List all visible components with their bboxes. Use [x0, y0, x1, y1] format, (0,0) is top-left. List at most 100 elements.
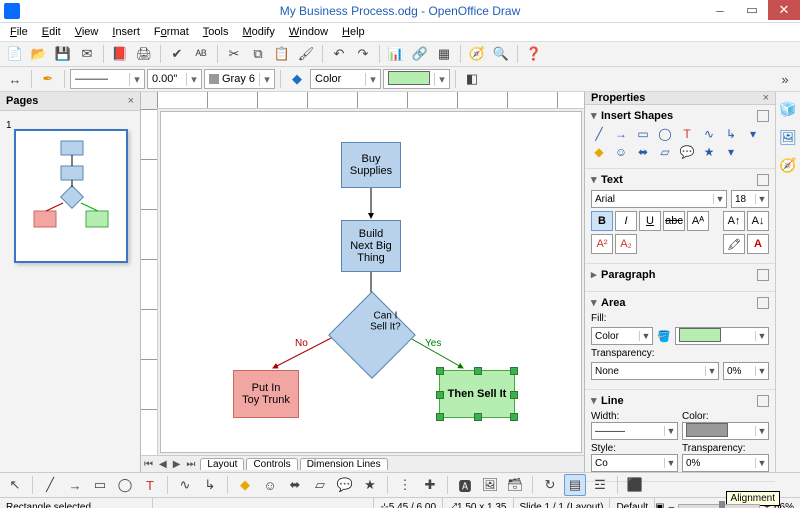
resize-handle-icon[interactable]	[436, 367, 444, 375]
rectangle-tool-button[interactable]: ▭	[89, 474, 111, 496]
tab-layout[interactable]: Layout	[200, 458, 244, 470]
points-edit-button[interactable]: ⋮	[394, 474, 416, 496]
section-more-icon[interactable]	[757, 269, 769, 281]
resize-handle-icon[interactable]	[474, 413, 482, 421]
menu-view[interactable]: View	[69, 25, 105, 39]
help-button[interactable]: ❓	[523, 43, 545, 65]
fill-mode-dropdown[interactable]: Color▼	[591, 327, 653, 345]
menu-modify[interactable]: Modify	[236, 25, 280, 39]
tab-next-icon[interactable]: ▶	[170, 459, 184, 470]
zoom-fit-icon[interactable]: ▣	[655, 502, 664, 508]
copy-button[interactable]: ⧉	[247, 43, 269, 65]
symbol-shapes-icon[interactable]: ◆	[591, 144, 607, 160]
drawing-canvas[interactable]: Buy Supplies Build Next Big Thing Can I …	[160, 111, 582, 453]
extrusion-button[interactable]: ⬛	[624, 474, 646, 496]
line-width-dropdown[interactable]: ———▼	[591, 422, 678, 440]
area-mode-dropdown[interactable]: Color▾	[310, 69, 381, 89]
menu-file[interactable]: File	[4, 25, 34, 39]
sidebar-navigator-icon[interactable]: 🧭	[779, 156, 797, 174]
transparency-value-dropdown[interactable]: 0%▼	[723, 362, 769, 380]
line-icon[interactable]: ╱	[591, 126, 607, 142]
email-button[interactable]: ✉	[76, 43, 98, 65]
section-more-icon[interactable]	[757, 395, 769, 407]
resize-handle-icon[interactable]	[436, 413, 444, 421]
vertical-ruler[interactable]	[141, 109, 158, 455]
shadow-text-button[interactable]: Aᴬ	[687, 211, 709, 231]
menu-insert[interactable]: Insert	[106, 25, 146, 39]
gallery-button[interactable]: 🗃	[504, 474, 526, 496]
section-twisty-icon[interactable]: ▸	[591, 268, 601, 281]
print-button[interactable]: 🖨	[133, 43, 155, 65]
highlight-color-button[interactable]: 🖍	[723, 234, 745, 254]
save-button[interactable]: 💾	[52, 43, 74, 65]
hyperlink-button[interactable]: 🔗	[409, 43, 431, 65]
superscript-button[interactable]: A²	[591, 234, 613, 254]
chart-button[interactable]: 📊	[385, 43, 407, 65]
menu-tools[interactable]: Tools	[197, 25, 235, 39]
section-twisty-icon[interactable]: ▾	[591, 173, 601, 186]
maximize-button[interactable]: ▭	[736, 0, 768, 20]
zoom-button[interactable]: 🔍	[490, 43, 512, 65]
properties-close-icon[interactable]: ×	[763, 92, 769, 104]
new-button[interactable]: 📄	[4, 43, 26, 65]
arrow-icon[interactable]: →	[613, 126, 629, 142]
font-name-dropdown[interactable]: Arial▼	[591, 190, 727, 208]
symbol-shapes-button[interactable]: ☺	[259, 474, 281, 496]
rectangle-icon[interactable]: ▭	[635, 126, 651, 142]
decrease-font-button[interactable]: A↓	[747, 211, 769, 231]
menu-format[interactable]: Format	[148, 25, 195, 39]
resize-handle-icon[interactable]	[510, 367, 518, 375]
table-button[interactable]: ▦	[433, 43, 455, 65]
transparency-mode-dropdown[interactable]: None▼	[591, 362, 719, 380]
minimize-button[interactable]: –	[704, 0, 736, 20]
resize-handle-icon[interactable]	[510, 413, 518, 421]
spellcheck-button[interactable]: ✔	[166, 43, 188, 65]
horizontal-ruler[interactable]	[157, 92, 584, 109]
increase-font-button[interactable]: A↑	[723, 211, 745, 231]
page-thumbnail[interactable]	[14, 129, 128, 263]
section-more-icon[interactable]	[757, 110, 769, 122]
navigator-button[interactable]: 🧭	[466, 43, 488, 65]
flow-node-then-sell-it[interactable]: Then Sell It	[439, 370, 515, 418]
block-arrows-button[interactable]: ⬌	[284, 474, 306, 496]
bold-button[interactable]: B	[591, 211, 613, 231]
flow-node-put-in-trunk[interactable]: Put In Toy Trunk	[233, 370, 299, 418]
menu-help[interactable]: Help	[336, 25, 371, 39]
format-paintbrush-button[interactable]: 🖌	[295, 43, 317, 65]
shadow-button[interactable]: ◧	[461, 68, 483, 90]
basic-shapes-icon[interactable]: ▾	[745, 126, 761, 142]
menu-window[interactable]: Window	[283, 25, 334, 39]
zoom-slider[interactable]	[678, 504, 760, 508]
cut-button[interactable]: ✂	[223, 43, 245, 65]
curve-icon[interactable]: ∿	[701, 126, 717, 142]
callout-icon[interactable]: 💬	[679, 144, 695, 160]
ellipse-icon[interactable]: ◯	[657, 126, 673, 142]
tab-first-icon[interactable]: ⏮	[141, 459, 156, 470]
section-twisty-icon[interactable]: ▾	[591, 296, 601, 309]
glue-points-button[interactable]: ✚	[419, 474, 441, 496]
export-pdf-button[interactable]: 📕	[109, 43, 131, 65]
sidebar-properties-icon[interactable]: 🧊	[779, 100, 797, 118]
italic-button[interactable]: I	[615, 211, 637, 231]
line-width-dropdown[interactable]: 0.00"▾	[147, 69, 202, 89]
block-arrow-icon[interactable]: ⬌	[635, 144, 651, 160]
callouts-button[interactable]: 💬	[334, 474, 356, 496]
alignment-button[interactable]: ▤	[564, 474, 586, 496]
line-color-dropdown[interactable]: Gray 6▾	[204, 69, 275, 89]
resize-handle-icon[interactable]	[436, 391, 444, 399]
line-style-dropdown[interactable]: ———▾	[70, 69, 145, 89]
underline-button[interactable]: U	[639, 211, 661, 231]
star-icon[interactable]: ★	[701, 144, 717, 160]
undo-button[interactable]: ↶	[328, 43, 350, 65]
tab-controls[interactable]: Controls	[246, 458, 297, 470]
redo-button[interactable]: ↷	[352, 43, 374, 65]
stars-button[interactable]: ★	[359, 474, 381, 496]
line-color-dropdown[interactable]: ▼	[682, 422, 769, 440]
tab-prev-icon[interactable]: ◀	[156, 459, 170, 470]
line-tool-button[interactable]: ╱	[39, 474, 61, 496]
area-style-button[interactable]: ◆	[286, 68, 308, 90]
tab-dimension[interactable]: Dimension Lines	[300, 458, 388, 470]
area-color-dropdown[interactable]: ▾	[383, 69, 450, 89]
line-style-dropdown[interactable]: Co▼	[591, 454, 678, 472]
pages-panel-close-icon[interactable]: ×	[128, 95, 134, 107]
